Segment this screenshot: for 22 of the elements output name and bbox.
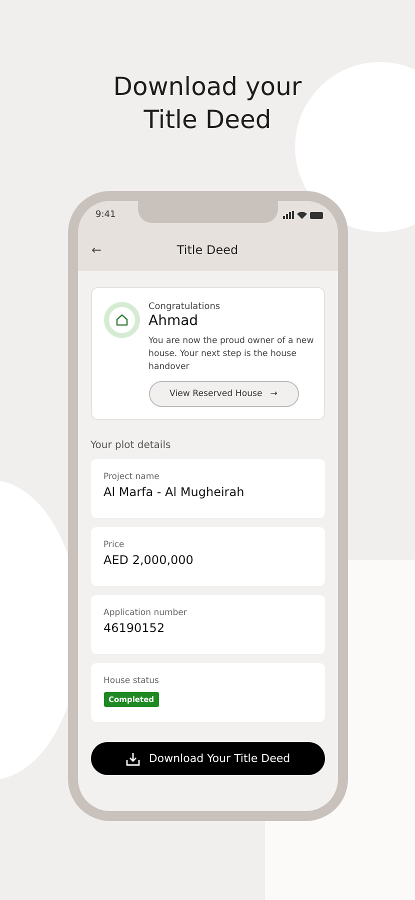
section-title: Your plot details [90,440,172,451]
view-reserved-house-button[interactable]: View Reserved House → [148,381,298,407]
detail-label: Price [104,540,124,550]
download-button[interactable]: Download Your Title Deed [90,742,324,775]
detail-value: Al Marfa - Al Mugheirah [104,485,244,499]
status-time: 9:41 [96,210,116,220]
message-text: You are now the proud owner of a new house. Your next step is the house handover [148,335,315,374]
battery-icon [310,212,324,218]
download-icon [124,750,141,766]
detail-label: Application number [104,608,187,618]
wifi-icon [296,211,306,219]
detail-label: Project name [104,472,160,482]
detail-value: 46190152 [104,621,165,635]
house-icon [104,302,140,338]
detail-value: AED 2,000,000 [104,553,194,567]
headline: Download your Title Deed [112,71,303,136]
owner-name: Ahmad [148,313,198,329]
signal-icon [282,211,294,219]
back-button[interactable]: ← [92,243,102,257]
greeting-text: Congratulations [148,302,220,312]
page-title: Title Deed [176,243,238,257]
detail-label: House status [104,676,159,686]
